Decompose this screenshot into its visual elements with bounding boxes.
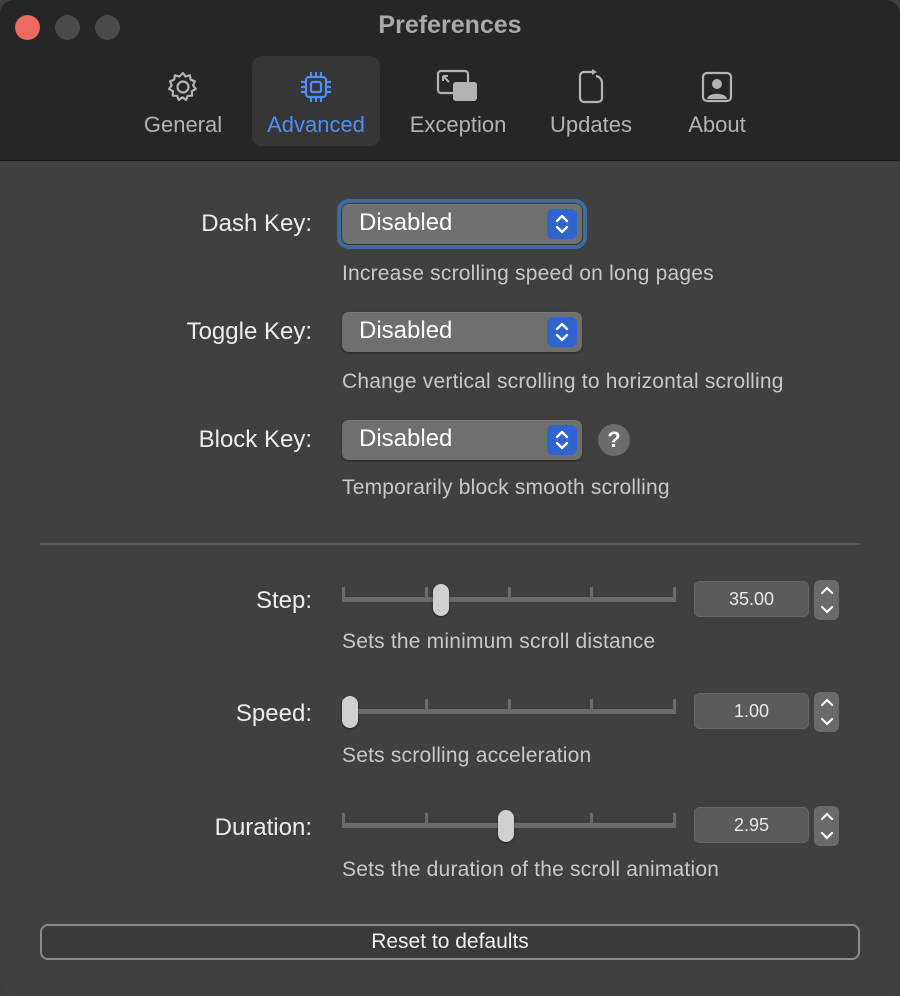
speed-value-field[interactable]: 1.00 (694, 693, 809, 729)
chevron-up-down-icon (547, 209, 577, 239)
chevron-down-icon[interactable] (820, 605, 834, 615)
step-description: Sets the minimum scroll distance (342, 630, 656, 653)
slider-tick (425, 587, 428, 602)
toggle-key-description: Change vertical scrolling to horizontal … (342, 370, 784, 393)
tab-advanced-label: Advanced (267, 112, 365, 137)
slider-tick (590, 699, 593, 714)
gear-icon (166, 68, 200, 106)
divider (40, 543, 860, 545)
toggle-key-select[interactable]: Disabled (342, 312, 582, 352)
block-key-select[interactable]: Disabled (342, 420, 582, 460)
duration-value-field[interactable]: 2.95 (694, 807, 809, 843)
windows-icon (436, 68, 480, 106)
window-title: Preferences (378, 11, 522, 39)
tab-exception-label: Exception (409, 112, 507, 137)
block-key-description: Temporarily block smooth scrolling (342, 476, 670, 499)
duration-slider[interactable] (342, 810, 676, 842)
step-value-field[interactable]: 35.00 (694, 581, 809, 617)
slider-tick (673, 699, 676, 714)
slider-tick (590, 587, 593, 602)
chevron-up-icon[interactable] (820, 585, 834, 595)
duration-description: Sets the duration of the scroll animatio… (342, 858, 720, 881)
tab-general[interactable]: General (128, 56, 238, 146)
cpu-chip-icon (298, 68, 334, 106)
tab-general-label: General (143, 112, 223, 137)
slider-tick (590, 813, 593, 828)
help-button[interactable]: ? (598, 424, 630, 456)
chevron-up-icon[interactable] (820, 811, 834, 821)
slider-tick (673, 587, 676, 602)
step-slider[interactable] (342, 584, 676, 616)
slider-tick (342, 813, 345, 828)
slider-tick (425, 813, 428, 828)
block-key-label: Block Key: (198, 426, 312, 453)
dash-key-select[interactable]: Disabled (337, 199, 587, 249)
slider-tick (508, 587, 511, 602)
slider-tick (342, 587, 345, 602)
tab-updates[interactable]: Updates (536, 56, 646, 146)
speed-description: Sets scrolling acceleration (342, 744, 592, 767)
tab-about[interactable]: About (668, 56, 766, 146)
dash-key-value: Disabled (359, 209, 453, 236)
chevron-down-icon[interactable] (820, 831, 834, 841)
speed-slider[interactable] (342, 696, 676, 728)
duration-label: Duration: (214, 814, 312, 841)
slider-tick (673, 813, 676, 828)
chevron-up-down-icon (547, 425, 577, 455)
slider-knob[interactable] (342, 696, 358, 728)
duration-stepper[interactable] (814, 806, 839, 846)
tab-advanced[interactable]: Advanced (252, 56, 380, 146)
slider-knob[interactable] (498, 810, 514, 842)
dash-key-label: Dash Key: (201, 210, 312, 237)
refresh-phone-icon (577, 68, 605, 106)
preferences-window: Preferences General Advanced Exception U… (0, 0, 900, 996)
toggle-key-value: Disabled (359, 317, 453, 344)
slider-tick (508, 699, 511, 714)
toggle-key-label: Toggle Key: (186, 318, 312, 345)
block-key-value: Disabled (359, 425, 453, 452)
dash-key-description: Increase scrolling speed on long pages (342, 262, 714, 285)
reset-to-defaults-button[interactable]: Reset to defaults (40, 924, 860, 960)
slider-knob[interactable] (433, 584, 449, 616)
speed-stepper[interactable] (814, 692, 839, 732)
slider-tick (425, 699, 428, 714)
speed-label: Speed: (235, 700, 312, 727)
step-label: Step: (255, 587, 312, 614)
tab-exception[interactable]: Exception (396, 56, 520, 146)
tab-about-label: About (688, 112, 746, 137)
chevron-up-icon[interactable] (820, 697, 834, 707)
tab-updates-label: Updates (550, 112, 632, 137)
chevron-down-icon[interactable] (820, 717, 834, 727)
person-card-icon (701, 68, 733, 106)
chevron-up-down-icon (547, 317, 577, 347)
toolbar: Preferences General Advanced Exception U… (0, 0, 900, 161)
step-stepper[interactable] (814, 580, 839, 620)
